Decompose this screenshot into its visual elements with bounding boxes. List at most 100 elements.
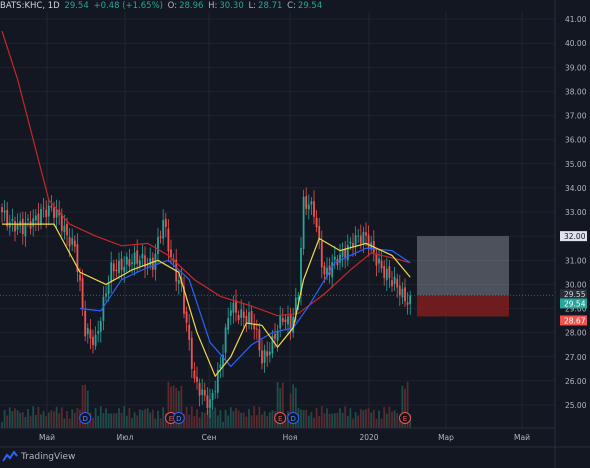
low-value: 28.71 bbox=[258, 1, 283, 11]
candle-body bbox=[138, 260, 141, 266]
candle-body bbox=[287, 316, 289, 325]
volume-bar bbox=[391, 411, 393, 428]
candle-body bbox=[331, 262, 334, 278]
candle-body bbox=[206, 395, 209, 409]
candle-body bbox=[401, 288, 404, 298]
volume-bar bbox=[385, 413, 388, 428]
candle-body bbox=[167, 228, 170, 252]
position-target-zone[interactable] bbox=[417, 236, 509, 296]
candle-body bbox=[276, 330, 279, 341]
volume-bar bbox=[326, 408, 328, 428]
volume-bar bbox=[372, 409, 375, 428]
volume-bar bbox=[40, 414, 42, 428]
price-change: +0.48 (+1.65%) bbox=[93, 1, 163, 11]
volume-bar bbox=[120, 412, 123, 428]
candle-body bbox=[235, 300, 237, 313]
chart-canvas[interactable]: DEDEDE 41.0040.0039.0038.0037.0036.0035.… bbox=[0, 0, 590, 468]
candle-body bbox=[320, 241, 323, 268]
volume-bar bbox=[105, 408, 107, 428]
volume-bar bbox=[240, 412, 243, 428]
volume-bar bbox=[107, 413, 110, 428]
candle-body bbox=[313, 201, 315, 217]
volume-bar bbox=[73, 412, 76, 428]
volume-bar bbox=[211, 410, 214, 428]
volume-bar bbox=[133, 412, 136, 428]
candle-body bbox=[21, 218, 24, 235]
volume-bar bbox=[331, 413, 334, 428]
earnings-marker-label: E bbox=[169, 415, 173, 423]
volume-bar bbox=[53, 411, 55, 428]
volume-bar bbox=[341, 412, 344, 428]
candle-body bbox=[133, 252, 136, 265]
volume-bar bbox=[94, 407, 97, 428]
candle-body bbox=[248, 312, 250, 324]
volume-bar bbox=[378, 410, 380, 428]
volume-bar bbox=[21, 412, 24, 428]
candle-body bbox=[81, 278, 84, 309]
tradingview-brand[interactable]: TradingView bbox=[2, 451, 75, 463]
y-tick-label: 35.00 bbox=[565, 160, 587, 169]
y-tick-label: 27.00 bbox=[565, 353, 587, 362]
volume-bar bbox=[92, 417, 94, 428]
volume-bar bbox=[224, 409, 227, 428]
candle-body bbox=[214, 391, 217, 393]
candle-body bbox=[404, 287, 406, 302]
volume-bar bbox=[375, 418, 378, 428]
candle-body bbox=[141, 253, 144, 259]
volume-bar bbox=[131, 418, 133, 428]
last-price: 29.54 bbox=[64, 1, 89, 11]
candle-body bbox=[318, 226, 321, 240]
candle-body bbox=[398, 285, 401, 296]
volume-bar bbox=[68, 418, 71, 428]
brand-label: TradingView bbox=[21, 452, 76, 462]
candle-body bbox=[128, 259, 131, 267]
volume-bar bbox=[29, 415, 32, 428]
volume-bar bbox=[19, 412, 22, 428]
volume-bar bbox=[263, 411, 266, 428]
volume-bar bbox=[310, 412, 313, 428]
candle-body bbox=[391, 280, 393, 287]
candle-body bbox=[266, 351, 269, 357]
candle-body bbox=[375, 254, 378, 266]
y-tick-label: 30.00 bbox=[565, 280, 587, 289]
volume-bar bbox=[188, 414, 191, 428]
symbol-name[interactable]: BATS:KHC, 1D bbox=[0, 1, 60, 11]
candle-body bbox=[63, 225, 66, 233]
low-label: L: bbox=[248, 1, 257, 11]
volume-bar bbox=[393, 410, 396, 428]
candle-body bbox=[315, 217, 318, 228]
volume-bar bbox=[388, 406, 391, 428]
volume-bar bbox=[307, 415, 310, 428]
candle-body bbox=[229, 310, 232, 316]
y-tick-label: 39.00 bbox=[565, 63, 587, 72]
volume-bar bbox=[201, 412, 204, 428]
candle-body bbox=[274, 333, 276, 339]
volume-bar bbox=[102, 413, 105, 428]
volume-bar bbox=[60, 407, 63, 428]
position-stop-zone[interactable] bbox=[417, 295, 509, 317]
candle-body bbox=[34, 215, 37, 221]
volume-bar bbox=[32, 406, 35, 428]
candle-body bbox=[79, 274, 81, 281]
candle-body bbox=[190, 337, 193, 369]
candle-body bbox=[16, 223, 19, 230]
candle-body bbox=[115, 269, 118, 272]
candle-body bbox=[92, 336, 94, 345]
candle-body bbox=[380, 260, 383, 269]
candle-body bbox=[136, 250, 139, 264]
volume-bar bbox=[6, 415, 9, 428]
volume-bar bbox=[349, 408, 352, 428]
x-tick-label: Ноя bbox=[283, 433, 298, 442]
candle-body bbox=[170, 249, 172, 258]
volume-bar bbox=[357, 415, 360, 428]
volume-bar bbox=[302, 410, 305, 428]
volume-bar bbox=[149, 412, 152, 428]
candle-body bbox=[209, 399, 211, 408]
candle-body bbox=[362, 231, 365, 244]
volume-bar bbox=[305, 409, 308, 428]
volume-bar bbox=[271, 410, 274, 428]
x-tick-label: Май bbox=[39, 433, 55, 442]
volume-bar bbox=[253, 406, 256, 428]
volume-bar bbox=[203, 412, 206, 428]
volume-bar bbox=[248, 409, 250, 428]
